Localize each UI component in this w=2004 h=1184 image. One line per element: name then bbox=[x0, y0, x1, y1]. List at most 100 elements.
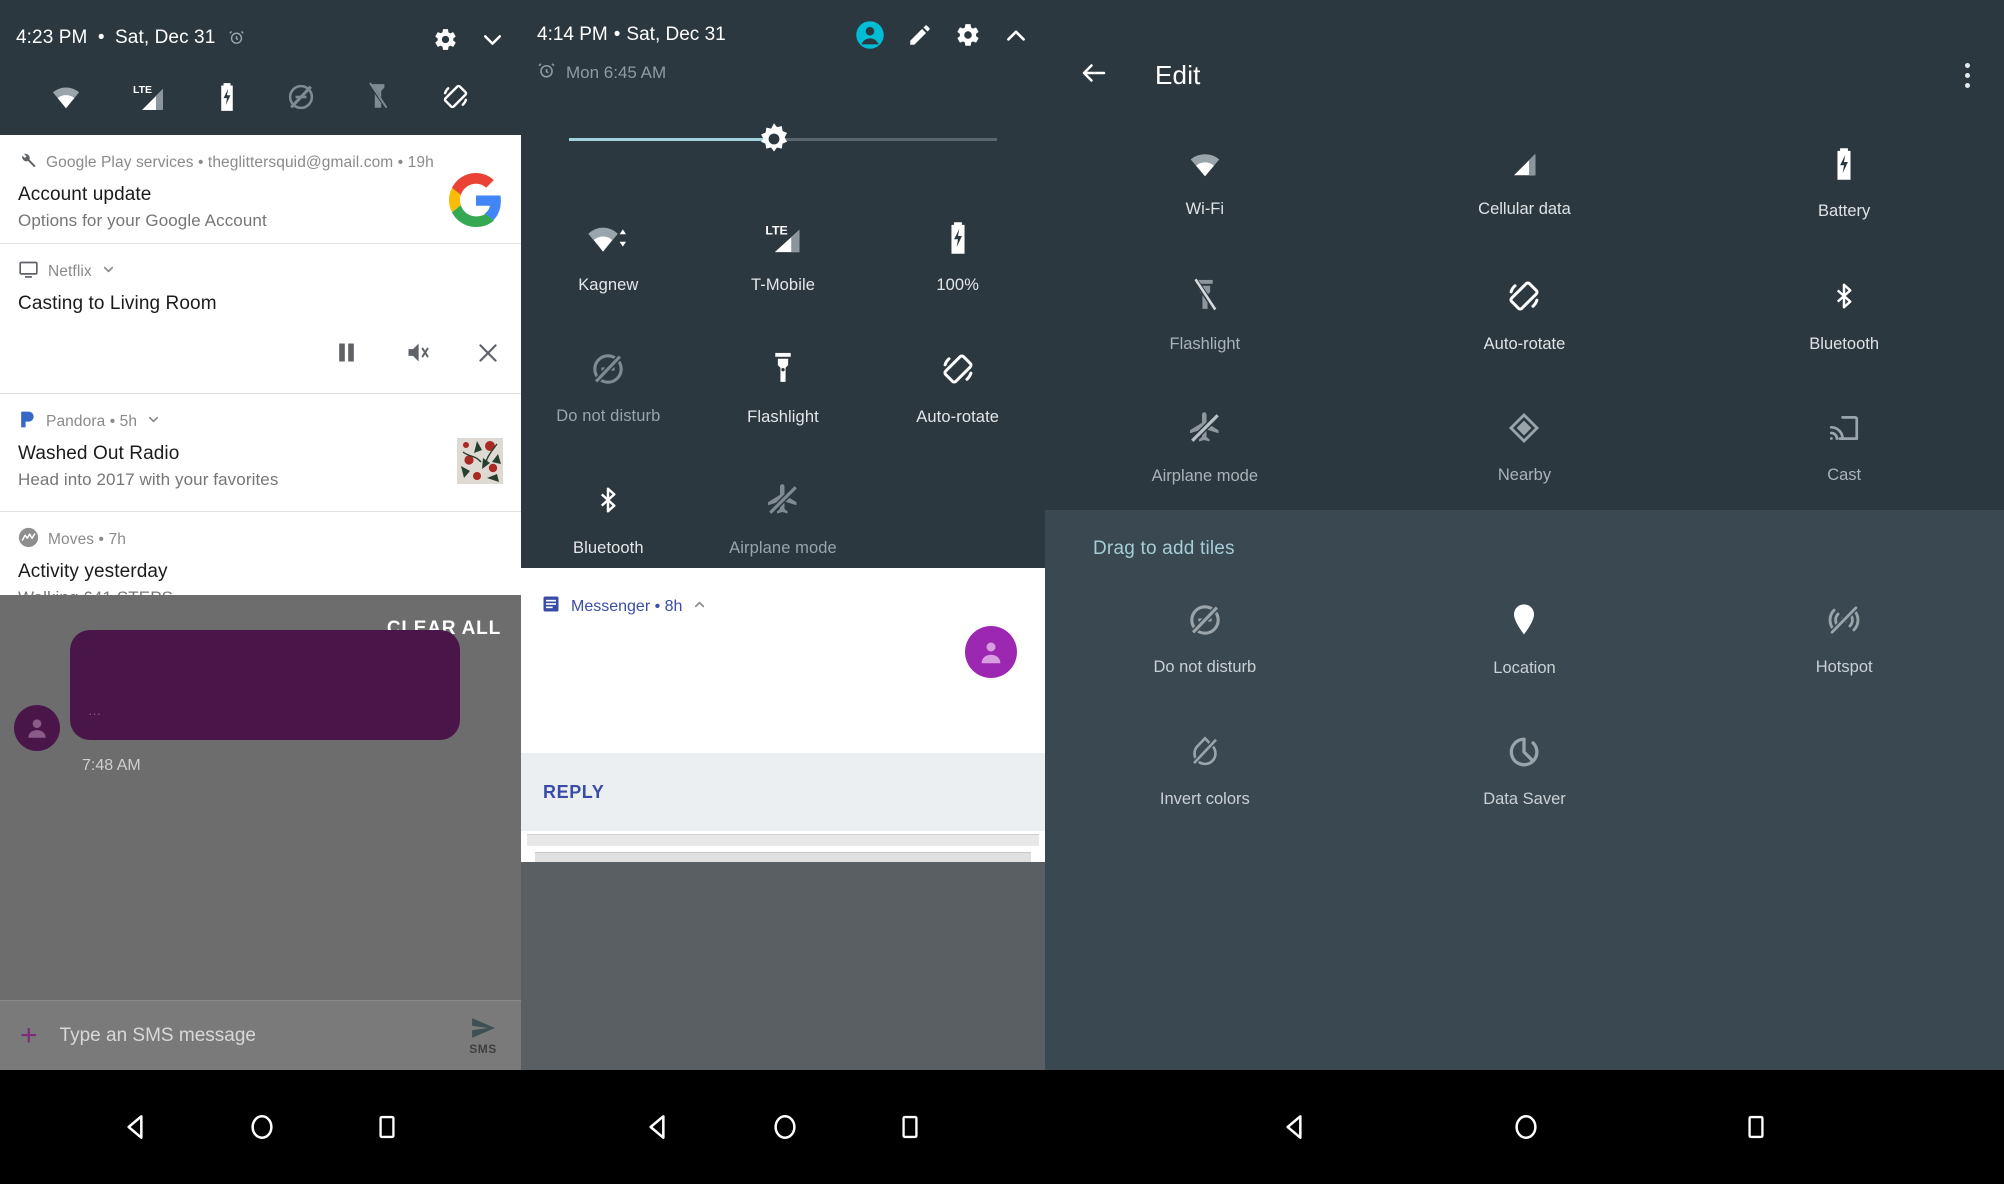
active-tiles-grid: Wi-Fi Cellular data Battery Flashlight A… bbox=[1045, 118, 2004, 514]
edit-tile-label: Cast bbox=[1827, 466, 1862, 484]
do-not-disturb-icon bbox=[591, 352, 625, 391]
back-triangle-icon[interactable] bbox=[120, 1111, 152, 1143]
qs-tile-flashlight[interactable]: Flashlight bbox=[696, 323, 871, 454]
edit-header: Edit bbox=[1045, 44, 2004, 106]
notification-app-line: Netflix bbox=[48, 263, 92, 280]
edit-tile-label: Flashlight bbox=[1169, 335, 1241, 353]
status-clock-group: 4:23 PM • Sat, Dec 31 bbox=[16, 27, 245, 52]
close-icon[interactable] bbox=[475, 340, 501, 371]
chevron-down-icon[interactable] bbox=[480, 27, 505, 52]
add-tile-location[interactable]: Location bbox=[1365, 574, 1685, 706]
battery-charging-icon bbox=[217, 82, 237, 117]
account-circle-icon[interactable] bbox=[855, 20, 885, 50]
notification-subtitle: Head into 2017 with your favorites bbox=[18, 470, 279, 489]
edit-tile-cast[interactable]: Cast bbox=[1684, 382, 2004, 514]
auto-rotate-icon bbox=[940, 351, 976, 392]
sms-input[interactable]: Type an SMS message bbox=[60, 1025, 465, 1047]
chevron-down-icon[interactable] bbox=[101, 262, 116, 282]
recents-square-icon[interactable] bbox=[373, 1113, 401, 1141]
wifi-icon bbox=[1187, 149, 1223, 184]
qs-tile-dnd[interactable]: Do not disturb bbox=[521, 323, 696, 454]
drag-to-add-section: Drag to add tiles Do not disturb Locatio… bbox=[1045, 510, 2004, 1070]
plus-icon[interactable]: + bbox=[20, 1020, 38, 1051]
home-circle-icon[interactable] bbox=[770, 1112, 800, 1142]
airplane-off-icon bbox=[765, 482, 801, 523]
notification-netflix[interactable]: Netflix Casting to Living Room bbox=[0, 244, 521, 394]
qs-tile-wifi[interactable]: Kagnew bbox=[521, 192, 696, 323]
chevron-up-icon[interactable] bbox=[1003, 22, 1029, 48]
qs-separator: • bbox=[613, 24, 621, 45]
recents-square-icon[interactable] bbox=[896, 1113, 924, 1141]
sms-compose-bar[interactable]: + Type an SMS message SMS bbox=[0, 1000, 521, 1070]
gear-icon[interactable] bbox=[955, 22, 981, 48]
notification-app-line: Pandora • 5h bbox=[46, 413, 138, 430]
edit-tile-flashlight[interactable]: Flashlight bbox=[1045, 250, 1365, 382]
do-not-disturb-icon bbox=[287, 83, 315, 116]
alarm-time-label: Mon 6:45 AM bbox=[566, 63, 667, 82]
qs-tile-cellular[interactable]: LTE T-Mobile bbox=[696, 192, 871, 323]
pause-icon[interactable] bbox=[333, 339, 360, 371]
back-triangle-icon[interactable] bbox=[1279, 1111, 1311, 1143]
album-art-floral bbox=[457, 438, 503, 489]
arrow-back-icon[interactable] bbox=[1079, 58, 1109, 93]
hotspot-off-icon bbox=[1827, 603, 1861, 642]
edit-tile-cellular[interactable]: Cellular data bbox=[1365, 118, 1685, 250]
more-vert-icon[interactable] bbox=[1965, 62, 1970, 88]
recents-square-icon[interactable] bbox=[1742, 1113, 1770, 1141]
home-circle-icon[interactable] bbox=[247, 1112, 277, 1142]
notification-title: Activity yesterday bbox=[18, 561, 168, 582]
qs-tile-empty bbox=[870, 454, 1045, 585]
qs-tile-label: Kagnew bbox=[578, 275, 639, 294]
location-pin-icon bbox=[1509, 602, 1539, 643]
add-tile-label: Invert colors bbox=[1159, 790, 1250, 808]
brightness-slider[interactable] bbox=[569, 123, 997, 152]
slider-filled-track bbox=[569, 138, 775, 141]
brightness-icon[interactable] bbox=[756, 121, 792, 162]
edit-tile-nearby[interactable]: Nearby bbox=[1365, 382, 1685, 514]
dimmed-background-below bbox=[521, 862, 1045, 1070]
chevron-up-icon[interactable] bbox=[692, 597, 707, 617]
chevron-down-icon[interactable] bbox=[146, 412, 161, 432]
add-tile-invert-colors[interactable]: Invert colors bbox=[1045, 706, 1365, 838]
edit-tile-bluetooth[interactable]: Bluetooth bbox=[1684, 250, 2004, 382]
edit-tile-airplane[interactable]: Airplane mode bbox=[1045, 382, 1365, 514]
home-circle-icon[interactable] bbox=[1511, 1112, 1541, 1142]
edit-tile-wifi[interactable]: Wi-Fi bbox=[1045, 118, 1365, 250]
bluetooth-icon bbox=[1829, 278, 1859, 319]
add-tile-hotspot[interactable]: Hotspot bbox=[1684, 574, 2004, 706]
flashlight-off-icon bbox=[366, 82, 390, 117]
edit-tile-battery[interactable]: Battery bbox=[1684, 118, 2004, 250]
page-title: Edit bbox=[1155, 59, 1201, 90]
back-triangle-icon[interactable] bbox=[642, 1111, 674, 1143]
send-button[interactable]: SMS bbox=[465, 1015, 501, 1056]
wifi-icon bbox=[51, 82, 81, 117]
qs-date: Sat, Dec 31 bbox=[626, 24, 726, 45]
bubble-placeholder-text: ··· bbox=[88, 706, 101, 721]
add-tile-empty bbox=[1684, 706, 2004, 838]
qs-tile-label: T-Mobile bbox=[750, 275, 816, 294]
qs-tile-bluetooth[interactable]: Bluetooth bbox=[521, 454, 696, 585]
reply-button[interactable]: REPLY bbox=[543, 782, 604, 803]
reply-action-row[interactable]: REPLY bbox=[521, 753, 1045, 831]
mute-icon[interactable] bbox=[404, 339, 431, 371]
status-clock: 4:23 PM bbox=[16, 26, 88, 48]
battery-charging-icon bbox=[947, 221, 969, 260]
pencil-icon[interactable] bbox=[907, 22, 933, 48]
quick-settings-header: 4:14 PM • Sat, Dec 31 Mon 6:45 AM bbox=[521, 18, 1045, 85]
notification-messenger[interactable]: Messenger • 8h REPLY bbox=[521, 568, 1045, 898]
quick-status-icon-row: LTE bbox=[0, 70, 521, 128]
messenger-app-line: Messenger • 8h bbox=[571, 597, 683, 615]
invert-colors-icon bbox=[1189, 735, 1221, 774]
qs-tile-battery[interactable]: 100% bbox=[870, 192, 1045, 323]
notification-google-play[interactable]: Google Play services • theglittersquid@g… bbox=[0, 135, 521, 244]
edit-tile-label: Airplane mode bbox=[1151, 467, 1259, 485]
add-tile-data-saver[interactable]: Data Saver bbox=[1365, 706, 1685, 838]
edit-tile-label: Wi-Fi bbox=[1185, 200, 1225, 218]
gear-icon[interactable] bbox=[433, 27, 458, 52]
qs-tile-airplane[interactable]: Airplane mode bbox=[696, 454, 871, 585]
edit-tile-autorotate[interactable]: Auto-rotate bbox=[1365, 250, 1685, 382]
qs-tile-autorotate[interactable]: Auto-rotate bbox=[870, 323, 1045, 454]
add-tile-dnd[interactable]: Do not disturb bbox=[1045, 574, 1365, 706]
notification-pandora[interactable]: Pandora • 5h Washed Out Radio Head into … bbox=[0, 394, 521, 512]
navigation-bar bbox=[1045, 1070, 2004, 1184]
